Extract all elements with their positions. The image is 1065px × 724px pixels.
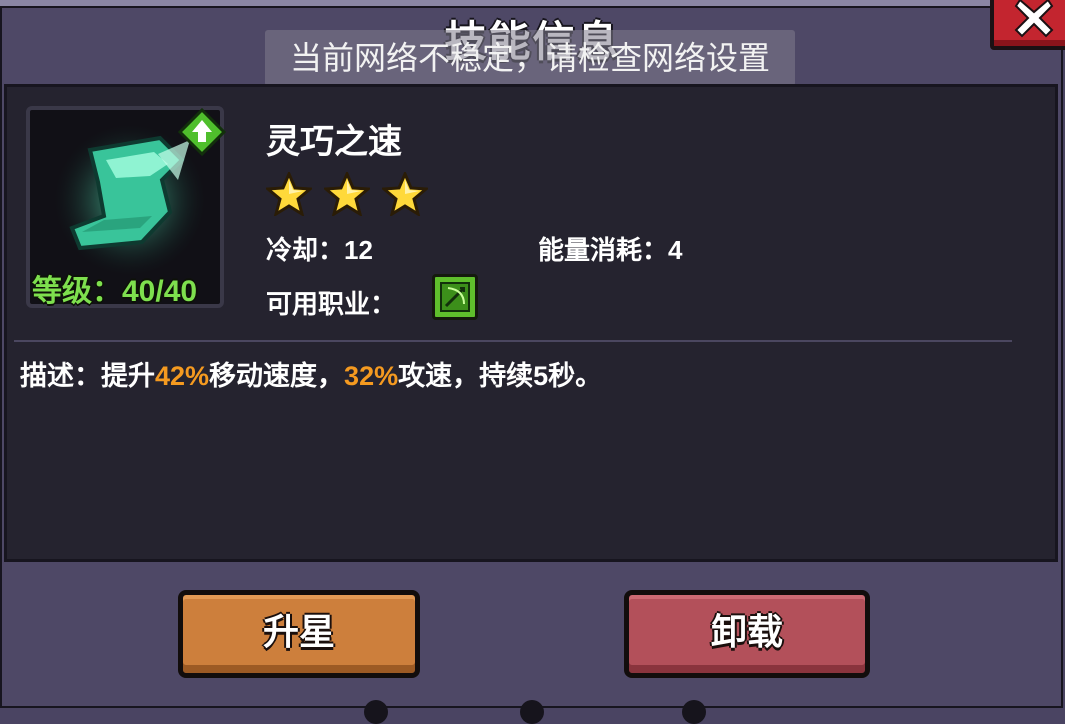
skill-level: 等级：40/40 <box>32 275 198 308</box>
star-rating <box>266 172 428 216</box>
network-warning-toast: 当前网络不稳定，请检查网络设置 <box>265 30 795 86</box>
overlay-dot <box>682 700 706 724</box>
cooldown-stat: 冷却：12 <box>266 235 373 265</box>
description-suffix: 攻速，持续5秒。 <box>398 361 603 391</box>
upgrade-star-button[interactable]: 升星 <box>178 590 420 678</box>
class-icon-frame[interactable] <box>432 274 478 320</box>
description-prefix: 描述：提升 <box>20 361 155 391</box>
energy-cost-stat: 能量消耗：4 <box>538 235 683 265</box>
move-speed-value: 42% <box>155 361 210 391</box>
close-icon <box>1014 0 1054 38</box>
unequip-button[interactable]: 卸载 <box>624 590 870 678</box>
overlay-dot <box>364 700 388 724</box>
star-icon <box>382 172 428 216</box>
star-icon <box>266 172 312 216</box>
skill-description: 描述：提升42%移动速度，32%攻速，持续5秒。 <box>20 354 602 393</box>
description-mid: 移动速度， <box>209 361 345 391</box>
attack-speed-value: 32% <box>344 361 399 391</box>
close-button[interactable] <box>990 0 1065 50</box>
star-icon <box>324 172 370 216</box>
upgrade-badge-icon <box>178 108 226 156</box>
overlay-dot <box>520 700 544 724</box>
usable-class-label: 可用职业： <box>266 289 397 319</box>
skill-name: 灵巧之速 <box>266 123 402 161</box>
archer-class-icon <box>440 282 470 312</box>
section-divider <box>14 340 1012 342</box>
